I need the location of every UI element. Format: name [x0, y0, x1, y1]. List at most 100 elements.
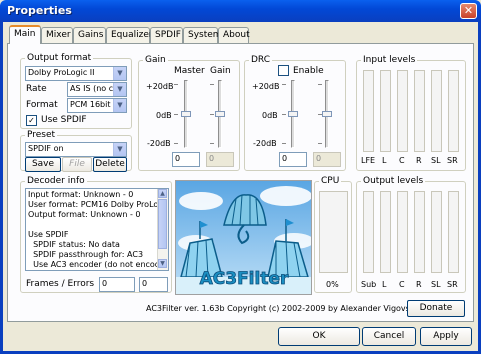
tab-main[interactable]: Main [9, 25, 41, 44]
copyright-text: AC3Filter ver. 1.63b Copyright (c) 2002-… [146, 304, 419, 313]
drc-enable-checkbox[interactable] [278, 65, 289, 76]
output-meter-l [380, 191, 391, 273]
tab-gains[interactable]: Gains [73, 27, 106, 43]
tab-equalizer[interactable]: Equalizer [106, 27, 153, 43]
tick-mark [282, 84, 286, 85]
cpu-meter [319, 191, 348, 273]
delete-button[interactable]: Delete [93, 157, 127, 172]
drc-value-field-2[interactable]: 0 [313, 152, 341, 167]
gain-slider-thumb[interactable] [215, 111, 225, 117]
output-channel-sub: Sub [361, 280, 377, 289]
scroll-down-icon[interactable]: ▼ [158, 259, 167, 268]
cpu-value: 0% [326, 280, 339, 289]
input-channel-lfe: LFE [361, 156, 376, 165]
decoder-info-line: SPDIF passthrough for: AC3 [28, 250, 144, 259]
tick-mark [282, 143, 286, 144]
drc-group-label: DRC [249, 55, 273, 65]
gain-tick-minus20: -20dB [147, 139, 171, 148]
input-channel-sr: SR [447, 156, 458, 165]
input-meter-sl [431, 70, 442, 152]
tick-mark [318, 84, 322, 85]
ok-button[interactable]: OK [278, 327, 360, 346]
output-preset-select[interactable]: Dolby ProLogic II ▼ [25, 66, 127, 81]
logo-text: AC3Filter [200, 269, 289, 289]
logo-image: AC3Filter [176, 181, 311, 294]
window-title: Properties [7, 4, 72, 17]
input-channel-l: L [382, 156, 387, 165]
chevron-down-icon: ▼ [113, 67, 126, 80]
scroll-up-icon[interactable]: ▲ [158, 189, 167, 198]
input-channel-r: R [416, 156, 422, 165]
input-meter-r [414, 70, 425, 152]
tab-mixer[interactable]: Mixer [41, 27, 73, 43]
output-channel-c: C [399, 280, 405, 289]
apply-button[interactable]: Apply [420, 327, 472, 346]
chevron-down-icon: ▼ [113, 143, 126, 156]
output-channel-sl: SL [431, 280, 441, 289]
errors-field[interactable]: 0 [139, 277, 168, 292]
rate-value: AS IS (no ch [70, 84, 119, 93]
save-button[interactable]: Save [25, 157, 61, 172]
input-levels-label: Input levels [361, 55, 418, 65]
close-button[interactable]: ✕ [460, 3, 477, 19]
decoder-info-line: Output format: Unknown - 0 [28, 210, 141, 219]
output-preset-value: Dolby ProLogic II [28, 68, 95, 77]
decoder-info-log[interactable]: Input format: Unknown - 0 User format: P… [25, 188, 169, 271]
file-button[interactable]: File [62, 157, 92, 172]
tick-mark [210, 143, 214, 144]
master-value-field[interactable]: 0 [172, 152, 200, 167]
gain-group-label: Gain [143, 55, 168, 65]
decoder-info-line [28, 220, 166, 230]
chevron-down-icon: ▼ [113, 99, 126, 112]
output-levels-label: Output levels [361, 176, 426, 186]
output-format-label: Output format [25, 53, 94, 63]
tick-mark [282, 114, 286, 115]
drc-slider-2-thumb[interactable] [322, 111, 332, 117]
use-spdif-checkbox[interactable]: ✓ [26, 115, 37, 126]
decoder-info-line: Input format: Unknown - 0 [28, 190, 134, 199]
decoder-info-label: Decoder info [25, 176, 87, 186]
tab-about[interactable]: About [218, 27, 250, 43]
output-meter-r [414, 191, 425, 273]
title-bar [0, 0, 481, 22]
master-slider-thumb[interactable] [181, 111, 191, 117]
drc-tick-plus20: +20dB [252, 82, 280, 91]
input-meter-sr [448, 70, 459, 152]
input-meter-c [397, 70, 408, 152]
output-meter-c [397, 191, 408, 273]
output-channel-sr: SR [447, 280, 458, 289]
output-channel-r: R [416, 280, 422, 289]
gain-value-field[interactable]: 0 [206, 152, 234, 167]
tab-spdif[interactable]: SPDIF [150, 27, 183, 43]
input-meter-lfe [363, 70, 374, 152]
tick-mark [210, 84, 214, 85]
preset-select[interactable]: SPDIF on ▼ [25, 142, 127, 157]
output-channel-l: L [382, 280, 387, 289]
gain-tick-plus20: +20dB [146, 82, 174, 91]
chevron-down-icon: ▼ [113, 83, 126, 96]
decoder-info-scrollbar[interactable]: ▲ ▼ [157, 189, 168, 270]
format-select[interactable]: PCM 16bit ▼ [67, 98, 127, 113]
output-meter-sl [431, 191, 442, 273]
format-value: PCM 16bit [70, 100, 111, 109]
input-channel-sl: SL [431, 156, 441, 165]
tick-mark [174, 114, 178, 115]
input-meter-l [380, 70, 391, 152]
preset-label: Preset [25, 130, 58, 140]
tab-system[interactable]: System [183, 27, 222, 43]
decoder-info-line: User format: PCM16 Dolby ProLog [28, 200, 164, 209]
drc-tick-0: 0dB [262, 111, 278, 120]
master-label: Master [174, 66, 205, 76]
donate-button[interactable]: Donate [407, 300, 465, 317]
rate-label: Rate [26, 84, 47, 94]
cancel-button[interactable]: Cancel [362, 327, 416, 346]
gain-label: Gain [210, 66, 231, 76]
drc-slider-1-thumb[interactable] [288, 111, 298, 117]
tick-mark [318, 143, 322, 144]
drc-value-field-1[interactable]: 0 [279, 152, 307, 167]
rate-select[interactable]: AS IS (no ch ▼ [67, 82, 127, 97]
scroll-thumb[interactable] [158, 199, 167, 249]
use-spdif-label: Use SPDIF [41, 115, 87, 125]
frames-field[interactable]: 0 [99, 277, 135, 292]
preset-value: SPDIF on [28, 144, 64, 153]
